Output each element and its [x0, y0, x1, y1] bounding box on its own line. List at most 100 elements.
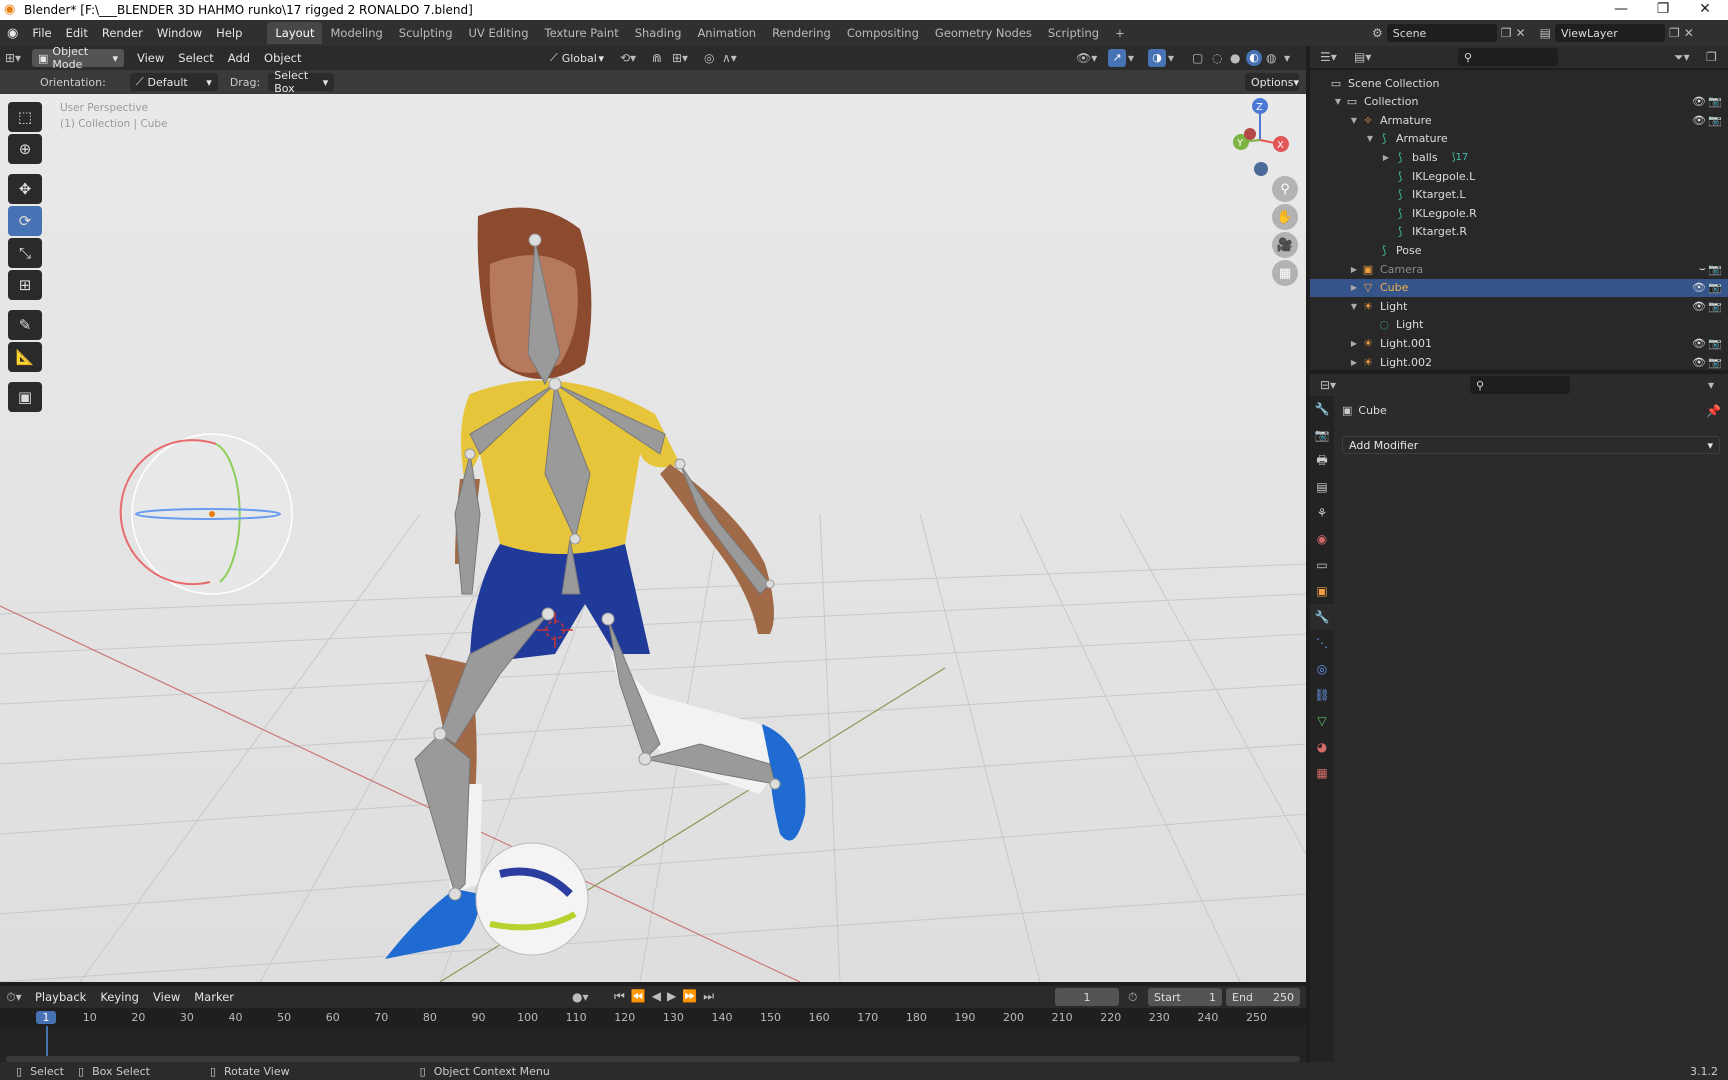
solid-shading-icon[interactable]: ● — [1230, 51, 1240, 65]
outliner-row[interactable]: ⟆ IKLegpole.L — [1310, 167, 1728, 185]
minimize-button[interactable]: — — [1600, 0, 1642, 20]
menu-file[interactable]: File — [25, 26, 58, 40]
expand-toggle-icon[interactable]: ▶ — [1348, 339, 1360, 348]
menu-help[interactable]: Help — [209, 26, 249, 40]
pan-hand-icon[interactable]: ✋ — [1272, 204, 1298, 230]
zoom-icon[interactable]: ⚲ — [1272, 176, 1298, 202]
falloff-icon[interactable]: ∧▾ — [722, 51, 737, 65]
render-tab-icon[interactable]: 📷 — [1310, 422, 1334, 448]
expand-toggle-icon[interactable]: ▼ — [1348, 116, 1360, 125]
scene-field[interactable]: Scene — [1386, 24, 1497, 42]
view-layer-field[interactable]: ViewLayer — [1554, 24, 1665, 42]
expand-toggle-icon[interactable]: ▶ — [1348, 358, 1360, 367]
properties-editor-icon[interactable]: ⊟▾ — [1320, 378, 1336, 392]
constraints-tab-icon[interactable]: ⛓ — [1310, 682, 1334, 708]
close-button[interactable]: ✕ — [1684, 0, 1726, 20]
transform-tool-icon[interactable]: ⊞ — [8, 270, 42, 300]
render-camera-icon[interactable]: 📷 — [1708, 337, 1722, 350]
transform-orientation-dropdown[interactable]: ⟋ Global ▾ — [544, 49, 610, 67]
outliner-row[interactable]: ▼ ▭ Collection 👁 📷 — [1310, 93, 1728, 111]
tab-animation[interactable]: Animation — [689, 22, 764, 44]
measure-tool-icon[interactable]: 📐 — [8, 342, 42, 372]
navigation-gizmo[interactable]: Z Y X — [1233, 98, 1289, 176]
expand-toggle-icon[interactable]: ▶ — [1348, 265, 1360, 274]
new-scene-icon[interactable]: ❐ — [1501, 26, 1512, 40]
new-view-layer-icon[interactable]: ❐ — [1669, 26, 1680, 40]
add-modifier-dropdown[interactable]: Add Modifier ▾ — [1342, 436, 1720, 454]
timeline-body[interactable]: 1 10 20 30 40 50 60 70 80 90 100 110 120 130 140 150 160… — [0, 1008, 1306, 1064]
outliner-row[interactable]: ▶ ⟆ balls ⟆17 — [1310, 148, 1728, 166]
tab-shading[interactable]: Shading — [627, 22, 690, 44]
proportional-edit-icon[interactable]: ◎ — [704, 51, 714, 65]
visibility-eye-icon[interactable]: 👁 — [1692, 281, 1706, 294]
outliner-row[interactable]: ▼ ⟆ Armature — [1310, 130, 1728, 148]
outliner-search-input[interactable]: ⚲ — [1458, 48, 1558, 66]
expand-toggle-icon[interactable]: ▼ — [1348, 302, 1360, 311]
timeline-ruler[interactable]: 1 10 20 30 40 50 60 70 80 90 100 110 120 130 140 150 160… — [0, 1008, 1306, 1028]
texture-tab-icon[interactable]: ▦ — [1310, 760, 1334, 786]
outliner-row[interactable]: ▼ ✧ Armature 👁 📷 — [1310, 111, 1728, 129]
camera-view-icon[interactable]: 🎥 — [1272, 232, 1298, 258]
visibility-eye-icon[interactable]: 👁 — [1692, 300, 1706, 313]
gizmo-toggle-icon[interactable]: ↗ — [1108, 49, 1126, 67]
object-tab-icon[interactable]: ▣ — [1310, 578, 1334, 604]
display-mode-icon[interactable]: ▤▾ — [1354, 50, 1371, 64]
physics-tab-icon[interactable]: ◎ — [1310, 656, 1334, 682]
timeline-editor-icon[interactable]: ⏱▾ — [0, 990, 28, 1005]
particles-tab-icon[interactable]: ⋱ — [1310, 630, 1334, 656]
cursor-tool-icon[interactable]: ⊕ — [8, 134, 42, 164]
maximize-button[interactable]: ❐ — [1642, 0, 1684, 20]
view-layer-icon[interactable]: ▤ — [1540, 26, 1551, 40]
play-reverse-icon[interactable]: ◀ — [652, 989, 661, 1004]
outliner-row[interactable]: ▶ ☀ Light.002 👁 📷 — [1310, 353, 1728, 371]
scene-tab-icon[interactable]: ⚘ — [1310, 500, 1334, 526]
move-tool-icon[interactable]: ✥ — [8, 174, 42, 204]
material-shading-icon[interactable]: ◐ — [1246, 50, 1262, 66]
timeline-menu-playback[interactable]: Playback — [28, 990, 93, 1004]
select-box-tool-icon[interactable]: ⬚ — [8, 102, 42, 132]
scene-icon[interactable]: ⚙ — [1372, 26, 1383, 40]
current-frame-field[interactable]: 1 — [1055, 988, 1119, 1006]
shading-dropdown-icon[interactable]: ▾ — [1284, 51, 1290, 65]
visibility-eye-icon[interactable]: 👁 — [1692, 95, 1706, 108]
tab-uv-editing[interactable]: UV Editing — [461, 22, 537, 44]
blender-menu-icon[interactable]: ◉ — [0, 26, 25, 41]
menu-edit[interactable]: Edit — [59, 26, 95, 40]
outliner-editor-icon[interactable]: ☰▾ — [1320, 50, 1337, 64]
overlays-dropdown-icon[interactable]: ▾ — [1168, 51, 1174, 65]
outliner-row[interactable]: ⟆ IKtarget.R — [1310, 223, 1728, 241]
outliner-row[interactable]: ▶ ▽ Cube 👁 📷 — [1310, 278, 1728, 297]
gizmo-dropdown-icon[interactable]: ▾ — [1128, 51, 1134, 65]
output-tab-icon[interactable]: 🖶 — [1310, 448, 1334, 474]
rendered-shading-icon[interactable]: ◍ — [1266, 51, 1276, 65]
vp-menu-view[interactable]: View — [130, 51, 171, 65]
tab-layout[interactable]: Layout — [267, 22, 323, 44]
vp-menu-object[interactable]: Object — [257, 51, 308, 65]
new-collection-icon[interactable]: ❐ — [1706, 50, 1717, 64]
pin-icon[interactable]: 📌 — [1706, 404, 1721, 418]
annotate-tool-icon[interactable]: ✎ — [8, 310, 42, 340]
tab-rendering[interactable]: Rendering — [764, 22, 839, 44]
stopwatch-icon[interactable]: ⏱ — [1128, 990, 1137, 1005]
play-icon[interactable]: ▶ — [667, 989, 676, 1004]
material-tab-icon[interactable]: ◕ — [1310, 734, 1334, 760]
3d-viewport[interactable]: Z Y X User Perspective (1) Collection | … — [0, 94, 1306, 982]
object-mode-dropdown[interactable]: ▣ Object Mode ▾ — [32, 45, 124, 71]
record-icon[interactable]: ●▾ — [572, 990, 589, 1004]
overlays-toggle-icon[interactable]: ◑ — [1148, 49, 1166, 67]
xray-icon[interactable]: ▢ — [1192, 51, 1203, 65]
editor-type-icon[interactable]: ⊞▾ — [0, 51, 26, 65]
vp-menu-add[interactable]: Add — [221, 51, 257, 65]
visibility-icon[interactable]: 👁▾ — [1076, 51, 1097, 65]
outliner-row[interactable]: ▭ Scene Collection — [1310, 74, 1728, 92]
snap-target-icon[interactable]: ⊞▾ — [672, 51, 688, 65]
scale-tool-icon[interactable]: ⤡ — [8, 238, 42, 268]
render-camera-icon[interactable]: 📷 — [1708, 300, 1722, 313]
render-camera-icon[interactable]: 📷 — [1708, 281, 1722, 294]
tab-geometry-nodes[interactable]: Geometry Nodes — [927, 22, 1040, 44]
expand-toggle-icon[interactable]: ▼ — [1332, 97, 1344, 106]
add-workspace-icon[interactable]: + — [1107, 22, 1133, 44]
start-frame-field[interactable]: Start 1 — [1148, 988, 1222, 1006]
expand-toggle-icon[interactable]: ▶ — [1380, 153, 1392, 162]
timeline-menu-marker[interactable]: Marker — [187, 990, 241, 1004]
